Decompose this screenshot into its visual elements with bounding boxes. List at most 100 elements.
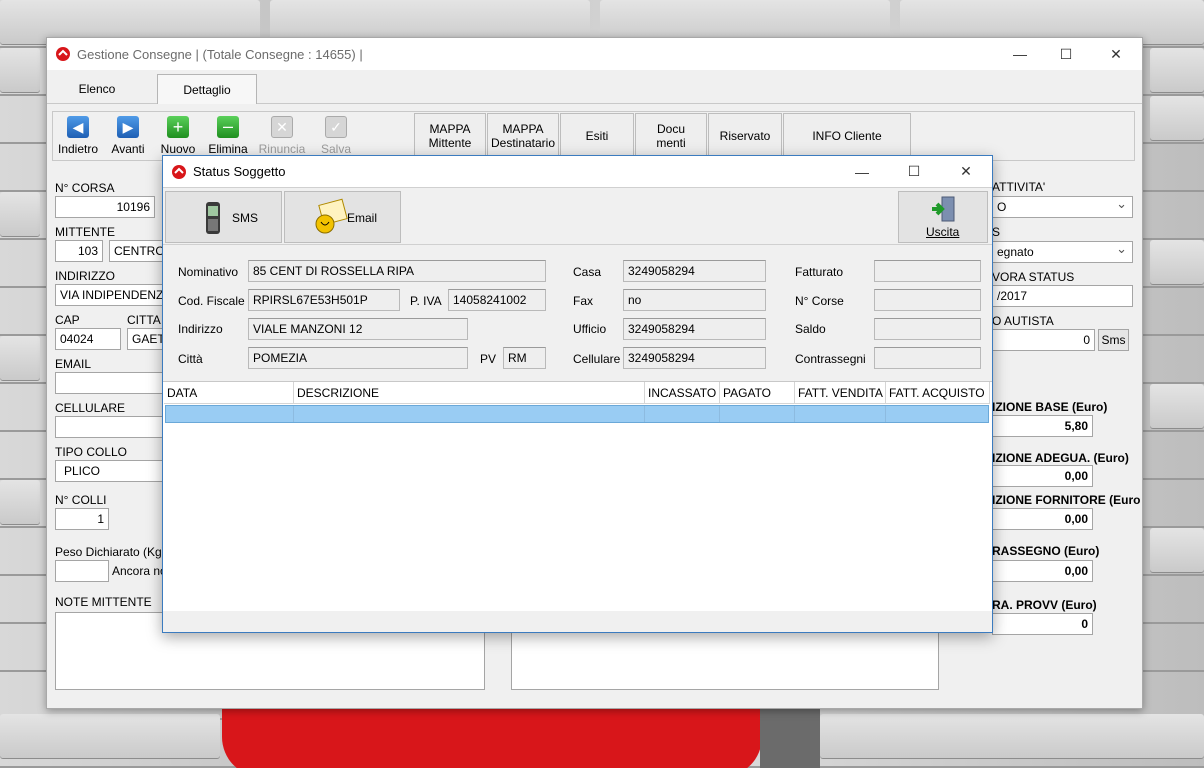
mappa-mittente-button[interactable]: MAPPA Mittente xyxy=(414,113,486,159)
row-separator xyxy=(794,406,795,422)
citta-field[interactable]: GAETA xyxy=(127,328,165,350)
peso-label: Peso Dichiarato (Kg) xyxy=(55,545,166,559)
mittente-name-field[interactable]: CENTRO S xyxy=(109,240,165,262)
avanti-label: Avanti xyxy=(111,142,145,156)
mappa-destinatario-label-2: Destinatario xyxy=(490,136,556,150)
ufficio-field[interactable]: 3249058294 xyxy=(623,318,766,340)
indietro-label: Indietro xyxy=(57,142,99,156)
n-corse-field[interactable] xyxy=(874,289,981,311)
fatturato-field[interactable] xyxy=(874,260,981,282)
cod-fiscale-field[interactable]: RPIRSL67E53H501P xyxy=(248,289,400,311)
attivita-label: ATTIVITA' xyxy=(992,180,1046,194)
table-row[interactable] xyxy=(165,405,989,423)
column-header-incassato[interactable]: INCASSATO xyxy=(645,382,720,404)
mittente-code-field[interactable]: 103 xyxy=(55,240,103,262)
provv-label: RA. PROVV (Euro) xyxy=(992,598,1097,612)
citta-label: CITTA xyxy=(127,313,161,327)
colli-field[interactable]: 1 xyxy=(55,508,109,530)
rinuncia-label: Rinuncia xyxy=(258,142,306,156)
indirizzo-label: Indirizzo xyxy=(178,322,223,336)
autista-field[interactable]: 0 xyxy=(992,329,1095,351)
dialog-maximize-button[interactable]: ☐ xyxy=(891,156,937,187)
colli-label: N° COLLI xyxy=(55,493,107,507)
cellulare-label: CELLULARE xyxy=(55,401,126,415)
contrassegni-field[interactable] xyxy=(874,347,981,369)
base-field[interactable]: 5,80 xyxy=(992,415,1093,437)
uscita-button[interactable]: Uscita xyxy=(898,191,988,243)
tab-elenco[interactable]: Elenco xyxy=(47,74,147,104)
column-header-descrizione[interactable]: DESCRIZIONE xyxy=(294,382,645,404)
esiti-label: Esiti xyxy=(585,129,609,143)
mappa-mittente-label-1: MAPPA xyxy=(429,122,471,136)
saldo-field[interactable] xyxy=(874,318,981,340)
ufficio-label: Ufficio xyxy=(573,322,607,336)
mappa-destinatario-button[interactable]: MAPPA Destinatario xyxy=(487,113,559,159)
cap-field[interactable]: 04024 xyxy=(55,328,121,350)
main-toolbar: ◀ Indietro ▶ Avanti + Nuovo – Elimina ✕ … xyxy=(52,111,1135,161)
indirizzo-field[interactable]: VIA INDIPENDENZA xyxy=(55,284,165,306)
cod-fiscale-label: Cod. Fiscale xyxy=(178,294,245,308)
pv-field[interactable]: RM xyxy=(503,347,546,369)
ora-status-field[interactable]: /2017 xyxy=(992,285,1133,307)
column-header-data[interactable]: DATA xyxy=(164,382,294,404)
arrow-right-icon: ▶ xyxy=(117,116,139,138)
fax-field[interactable]: no xyxy=(623,289,766,311)
row-separator xyxy=(885,406,886,422)
movements-grid[interactable]: DATA DESCRIZIONE INCASSATO PAGATO FATT. … xyxy=(163,381,992,612)
row-separator xyxy=(644,406,645,422)
main-window-title: Gestione Consegne | (Totale Consegne : 1… xyxy=(77,47,363,62)
status-select[interactable]: egnato xyxy=(992,241,1133,263)
riservato-button[interactable]: Riservato xyxy=(708,113,782,159)
status-soggetto-dialog: Status Soggetto — ☐ ✕ SMS Email Uscita N… xyxy=(162,155,993,633)
indirizzo-field[interactable]: VIALE MANZONI 12 xyxy=(248,318,468,340)
adegua-field[interactable]: 0,00 xyxy=(992,465,1093,487)
fornitore-field[interactable]: 0,00 xyxy=(992,508,1093,530)
note-mittente-label: NOTE MITTENTE xyxy=(55,595,152,609)
tab-dettaglio[interactable]: Dettaglio xyxy=(157,74,257,104)
documenti-button[interactable]: Docu menti xyxy=(635,113,707,159)
tipo-collo-field[interactable]: PLICO xyxy=(55,460,165,482)
autista-sms-button[interactable]: Sms xyxy=(1098,329,1129,351)
maximize-button[interactable]: ☐ xyxy=(1043,38,1089,70)
nuovo-button[interactable]: + Nuovo xyxy=(155,112,201,156)
app-logo-icon xyxy=(56,47,70,61)
attivita-select[interactable]: O xyxy=(992,196,1133,218)
mobile-phone-icon xyxy=(206,202,220,234)
minimize-button[interactable]: — xyxy=(997,38,1043,70)
corsa-field[interactable]: 10196 xyxy=(55,196,155,218)
elimina-label: Elimina xyxy=(208,142,248,156)
column-header-fatt-vendita[interactable]: FATT. VENDITA xyxy=(795,382,886,404)
status-label: S xyxy=(992,225,1001,239)
sms-button[interactable]: SMS xyxy=(165,191,282,243)
avanti-button[interactable]: ▶ Avanti xyxy=(105,112,151,156)
cellulare-field[interactable]: 3249058294 xyxy=(623,347,766,369)
column-header-pagato[interactable]: PAGATO xyxy=(720,382,795,404)
peso-field[interactable] xyxy=(55,560,109,582)
riservato-label: Riservato xyxy=(719,129,771,143)
dialog-minimize-button[interactable]: — xyxy=(839,156,885,187)
elimina-button[interactable]: – Elimina xyxy=(205,112,251,156)
info-cliente-button[interactable]: INFO Cliente xyxy=(783,113,911,159)
documenti-label-1: Docu xyxy=(656,122,685,136)
arrow-left-icon: ◀ xyxy=(67,116,89,138)
close-button[interactable]: ✕ xyxy=(1093,38,1139,70)
email-field[interactable] xyxy=(55,372,165,394)
piva-field[interactable]: 14058241002 xyxy=(448,289,546,311)
esiti-button[interactable]: Esiti xyxy=(560,113,634,159)
citta-field[interactable]: POMEZIA xyxy=(248,347,468,369)
cellulare-field[interactable] xyxy=(55,416,165,438)
indietro-button[interactable]: ◀ Indietro xyxy=(55,112,101,156)
email-button[interactable]: Email xyxy=(284,191,401,243)
uscita-label: Uscita xyxy=(926,225,960,239)
column-header-fatt-acquisto[interactable]: FATT. ACQUISTO xyxy=(886,382,990,404)
contrassegni-label: Contrassegni xyxy=(795,352,866,366)
salva-button[interactable]: ✓ Salva xyxy=(313,112,359,156)
casa-field[interactable]: 3249058294 xyxy=(623,260,766,282)
dialog-close-button[interactable]: ✕ xyxy=(943,156,989,187)
casa-label: Casa xyxy=(573,265,602,279)
background-sleeve xyxy=(760,707,820,768)
contrassegno-field[interactable]: 0,00 xyxy=(992,560,1093,582)
provv-field[interactable]: 0 xyxy=(992,613,1093,635)
nominativo-field[interactable]: 85 CENT DI ROSSELLA RIPA xyxy=(248,260,546,282)
rinuncia-button[interactable]: ✕ Rinuncia xyxy=(257,112,307,156)
